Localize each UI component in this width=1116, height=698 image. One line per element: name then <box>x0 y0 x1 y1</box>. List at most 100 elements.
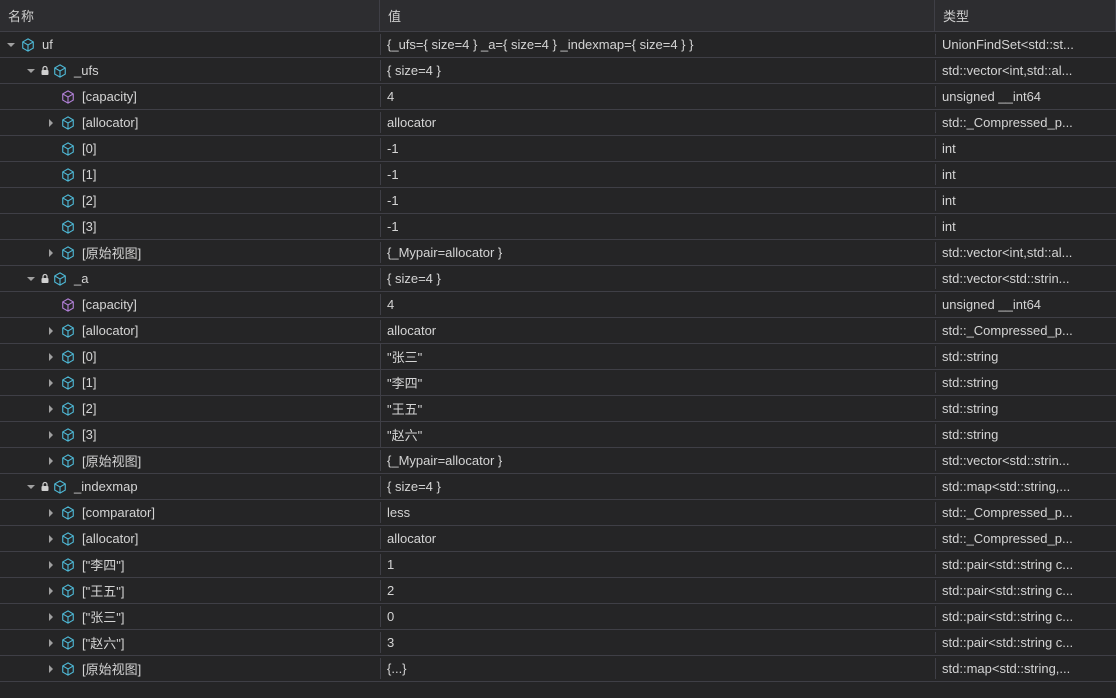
table-row[interactable]: [comparator]lessstd::_Compressed_p... <box>0 500 1116 526</box>
name-cell[interactable]: [2] <box>0 398 380 420</box>
chevron-down-icon[interactable] <box>6 40 16 50</box>
name-cell[interactable]: [原始视图] <box>0 240 380 265</box>
lock-icon <box>40 271 50 287</box>
value-cell[interactable]: -1 <box>380 138 935 159</box>
value-cell[interactable]: { size=4 } <box>380 60 935 81</box>
value-cell[interactable]: -1 <box>380 190 935 211</box>
table-row[interactable]: [capacity]4unsigned __int64 <box>0 84 1116 110</box>
value-cell[interactable]: 4 <box>380 86 935 107</box>
value-cell[interactable]: 0 <box>380 606 935 627</box>
value-cell[interactable]: { size=4 } <box>380 268 935 289</box>
table-row[interactable]: uf{_ufs={ size=4 } _a={ size=4 } _indexm… <box>0 32 1116 58</box>
name-cell[interactable]: ["李四"] <box>0 552 380 577</box>
name-cell[interactable]: [allocator] <box>0 112 380 134</box>
table-row[interactable]: [allocator]allocatorstd::_Compressed_p..… <box>0 526 1116 552</box>
value-cell[interactable]: less <box>380 502 935 523</box>
value-cell[interactable]: "赵六" <box>380 422 935 447</box>
name-cell[interactable]: [原始视图] <box>0 656 380 681</box>
value-cell[interactable]: "王五" <box>380 396 935 421</box>
chevron-right-icon[interactable] <box>46 326 56 336</box>
table-row[interactable]: [3]"赵六"std::string <box>0 422 1116 448</box>
table-row[interactable]: [1]-1int <box>0 162 1116 188</box>
value-cell[interactable]: {...} <box>380 658 935 679</box>
table-row[interactable]: [原始视图]{_Mypair=allocator }std::vector<st… <box>0 448 1116 474</box>
chevron-down-icon[interactable] <box>26 274 36 284</box>
chevron-right-icon[interactable] <box>46 638 56 648</box>
chevron-right-icon[interactable] <box>46 430 56 440</box>
value-cell[interactable]: {_Mypair=allocator } <box>380 450 935 471</box>
chevron-right-icon[interactable] <box>46 534 56 544</box>
name-cell[interactable]: [capacity] <box>0 294 380 316</box>
table-row[interactable]: [capacity]4unsigned __int64 <box>0 292 1116 318</box>
name-cell[interactable]: [allocator] <box>0 528 380 550</box>
table-row[interactable]: [allocator]allocatorstd::_Compressed_p..… <box>0 318 1116 344</box>
value-cell[interactable]: -1 <box>380 164 935 185</box>
chevron-right-icon[interactable] <box>46 404 56 414</box>
name-cell[interactable]: _ufs <box>0 60 380 82</box>
value-cell[interactable]: {_ufs={ size=4 } _a={ size=4 } _indexmap… <box>380 34 935 55</box>
name-cell[interactable]: [allocator] <box>0 320 380 342</box>
value-cell[interactable]: "李四" <box>380 370 935 395</box>
table-row[interactable]: [2]"王五"std::string <box>0 396 1116 422</box>
chevron-right-icon[interactable] <box>46 248 56 258</box>
name-cell[interactable]: ["张三"] <box>0 604 380 629</box>
value-cell[interactable]: 3 <box>380 632 935 653</box>
table-row[interactable]: [1]"李四"std::string <box>0 370 1116 396</box>
header-type[interactable]: 类型 <box>935 0 1116 31</box>
name-cell[interactable]: _indexmap <box>0 476 380 498</box>
name-cell[interactable]: uf <box>0 34 380 56</box>
name-cell[interactable]: [comparator] <box>0 502 380 524</box>
table-row[interactable]: _indexmap{ size=4 }std::map<std::string,… <box>0 474 1116 500</box>
table-row[interactable]: [原始视图]{...}std::map<std::string,... <box>0 656 1116 682</box>
table-row[interactable]: _ufs{ size=4 }std::vector<int,std::al... <box>0 58 1116 84</box>
name-cell[interactable]: [0] <box>0 346 380 368</box>
header-value[interactable]: 值 <box>380 0 935 31</box>
table-row[interactable]: ["李四"]1std::pair<std::string c... <box>0 552 1116 578</box>
chevron-right-icon[interactable] <box>46 352 56 362</box>
chevron-right-icon[interactable] <box>46 664 56 674</box>
chevron-right-icon[interactable] <box>46 560 56 570</box>
name-cell[interactable]: [1] <box>0 372 380 394</box>
table-row[interactable]: [3]-1int <box>0 214 1116 240</box>
name-cell[interactable]: [3] <box>0 216 380 238</box>
cube-blue-icon <box>60 323 76 339</box>
table-row[interactable]: [0]"张三"std::string <box>0 344 1116 370</box>
chevron-down-icon[interactable] <box>26 482 36 492</box>
value-cell[interactable]: allocator <box>380 320 935 341</box>
chevron-down-icon[interactable] <box>26 66 36 76</box>
table-row[interactable]: ["赵六"]3std::pair<std::string c... <box>0 630 1116 656</box>
name-cell[interactable]: [0] <box>0 138 380 160</box>
name-cell[interactable]: [2] <box>0 190 380 212</box>
value-cell[interactable]: "张三" <box>380 344 935 369</box>
name-cell[interactable]: ["赵六"] <box>0 630 380 655</box>
chevron-right-icon[interactable] <box>46 456 56 466</box>
value-cell[interactable]: 2 <box>380 580 935 601</box>
chevron-right-icon[interactable] <box>46 118 56 128</box>
value-cell[interactable]: allocator <box>380 528 935 549</box>
name-cell[interactable]: _a <box>0 268 380 290</box>
value-cell[interactable]: { size=4 } <box>380 476 935 497</box>
name-cell[interactable]: [capacity] <box>0 86 380 108</box>
type-cell: UnionFindSet<std::st... <box>935 34 1116 55</box>
value-cell[interactable]: 4 <box>380 294 935 315</box>
table-row[interactable]: ["张三"]0std::pair<std::string c... <box>0 604 1116 630</box>
value-cell[interactable]: allocator <box>380 112 935 133</box>
table-row[interactable]: [allocator]allocatorstd::_Compressed_p..… <box>0 110 1116 136</box>
chevron-right-icon[interactable] <box>46 378 56 388</box>
value-cell[interactable]: {_Mypair=allocator } <box>380 242 935 263</box>
name-cell[interactable]: [3] <box>0 424 380 446</box>
table-row[interactable]: ["王五"]2std::pair<std::string c... <box>0 578 1116 604</box>
table-row[interactable]: [原始视图]{_Mypair=allocator }std::vector<in… <box>0 240 1116 266</box>
value-cell[interactable]: 1 <box>380 554 935 575</box>
chevron-right-icon[interactable] <box>46 586 56 596</box>
table-row[interactable]: _a{ size=4 }std::vector<std::strin... <box>0 266 1116 292</box>
table-row[interactable]: [2]-1int <box>0 188 1116 214</box>
value-cell[interactable]: -1 <box>380 216 935 237</box>
chevron-right-icon[interactable] <box>46 508 56 518</box>
chevron-right-icon[interactable] <box>46 612 56 622</box>
name-cell[interactable]: [原始视图] <box>0 448 380 473</box>
table-row[interactable]: [0]-1int <box>0 136 1116 162</box>
name-cell[interactable]: ["王五"] <box>0 578 380 603</box>
name-cell[interactable]: [1] <box>0 164 380 186</box>
header-name[interactable]: 名称 <box>0 0 380 31</box>
